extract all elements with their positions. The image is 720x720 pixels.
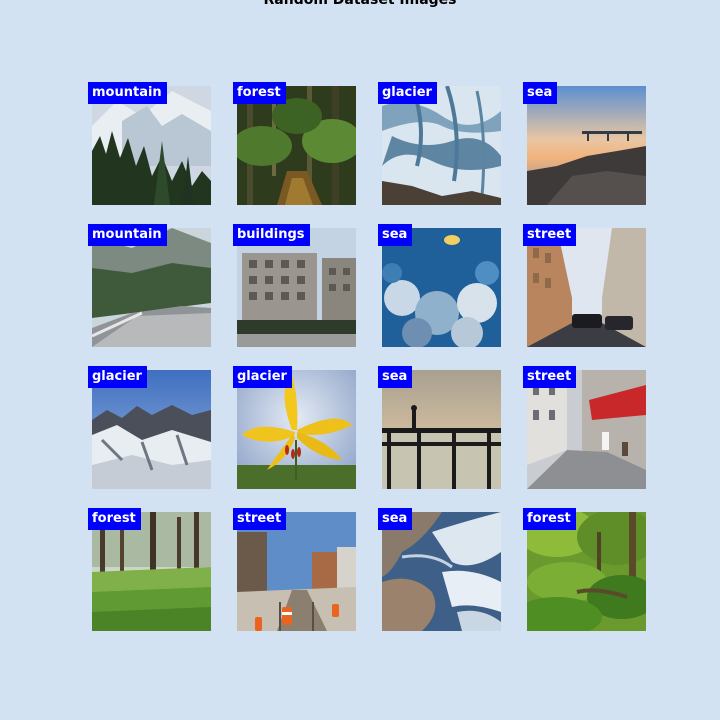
tile-label: street	[523, 224, 577, 246]
tile-label: glacier	[233, 366, 292, 388]
figure: Random Dataset Images mountain forest gl…	[0, 0, 720, 720]
image-tile: glacier	[88, 366, 211, 489]
tile-label: sea	[378, 366, 413, 388]
image-tile: glacier	[378, 82, 501, 205]
image-tile: buildings	[233, 224, 356, 347]
image-tile: sea	[378, 224, 501, 347]
tile-label: glacier	[88, 366, 147, 388]
image-tile: mountain	[88, 224, 211, 347]
image-tile: mountain	[88, 82, 211, 205]
tile-label: mountain	[88, 224, 167, 246]
image-tile: sea	[523, 82, 646, 205]
image-tile: sea	[378, 366, 501, 489]
tile-label: buildings	[233, 224, 310, 246]
image-tile: sea	[378, 508, 501, 631]
tile-label: forest	[523, 508, 576, 530]
tile-label: street	[233, 508, 287, 530]
tile-label: forest	[88, 508, 141, 530]
figure-title: Random Dataset Images	[263, 0, 457, 8]
image-tile: street	[233, 508, 356, 631]
tile-label: sea	[378, 508, 413, 530]
tile-label: glacier	[378, 82, 437, 104]
image-tile: forest	[523, 508, 646, 631]
image-tile: forest	[233, 82, 356, 205]
image-tile: street	[523, 224, 646, 347]
tile-label: forest	[233, 82, 286, 104]
image-tile: glacier	[233, 366, 356, 489]
tile-label: sea	[378, 224, 413, 246]
tile-label: mountain	[88, 82, 167, 104]
image-grid: mountain forest glacier sea mountain bui…	[88, 82, 648, 631]
image-tile: forest	[88, 508, 211, 631]
tile-label: street	[523, 366, 577, 388]
tile-label: sea	[523, 82, 558, 104]
image-tile: street	[523, 366, 646, 489]
